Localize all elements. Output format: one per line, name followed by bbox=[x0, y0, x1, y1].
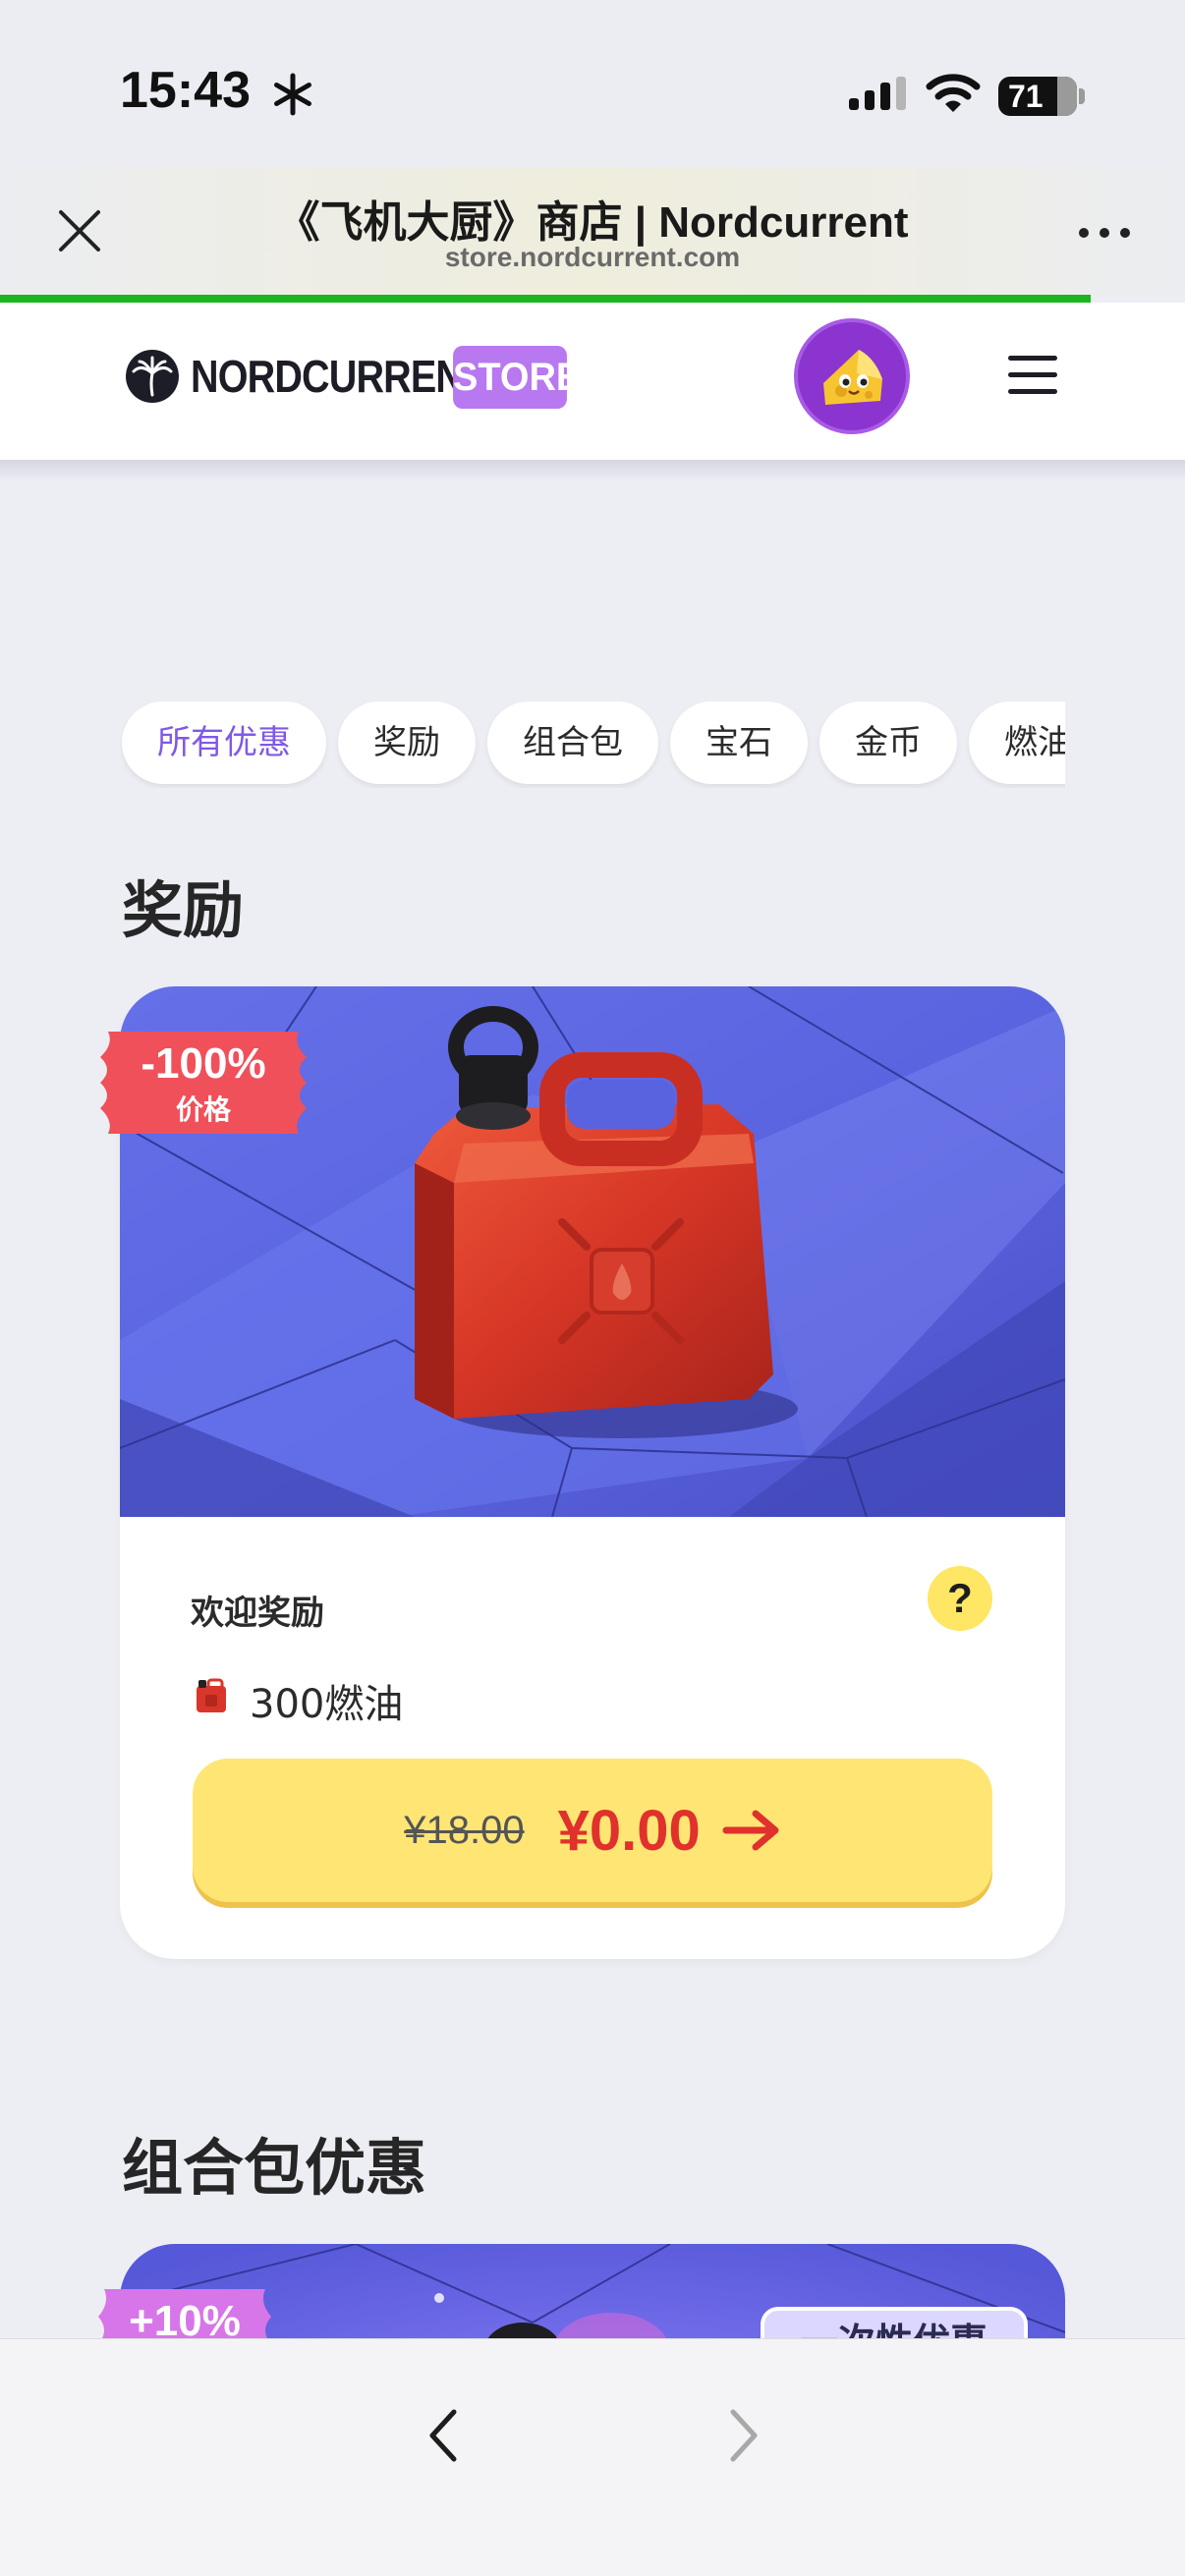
brand-name[interactable]: NORDCURRENT bbox=[191, 350, 486, 403]
palm-logo-icon[interactable] bbox=[124, 348, 181, 405]
filter-chip-all[interactable]: 所有优惠 bbox=[122, 701, 326, 784]
arrow-right-icon bbox=[722, 1810, 779, 1851]
filter-chip-bundles[interactable]: 组合包 bbox=[487, 701, 658, 784]
filter-chip-coins[interactable]: 金币 bbox=[819, 701, 957, 784]
page-load-progress bbox=[0, 295, 1091, 303]
old-price: ¥18.00 bbox=[404, 1808, 525, 1852]
new-price: ¥0.00 bbox=[557, 1798, 701, 1863]
store-badge: STORE bbox=[453, 346, 581, 409]
status-time: 15:43 bbox=[120, 62, 251, 119]
more-icon[interactable] bbox=[1075, 224, 1134, 244]
back-icon[interactable] bbox=[423, 2404, 466, 2467]
discount-label: 价格 bbox=[175, 1093, 231, 1126]
battery-icon: 71 bbox=[998, 77, 1077, 116]
snowflake-icon bbox=[274, 73, 311, 116]
forward-icon[interactable] bbox=[721, 2404, 764, 2467]
filter-chips[interactable]: 所有优惠 奖励 组合包 宝石 金币 燃油 bbox=[120, 700, 1065, 788]
discount-percent: -100% bbox=[141, 1039, 266, 1088]
page-url[interactable]: store.nordcurrent.com bbox=[0, 242, 1185, 273]
browser-bottom-toolbar bbox=[0, 2338, 1185, 2576]
battery-tip bbox=[1079, 88, 1085, 104]
cheese-avatar[interactable] bbox=[794, 318, 910, 434]
navbar-shadow bbox=[0, 460, 1185, 481]
cellular-signal-icon bbox=[849, 77, 906, 110]
browser-header: 《飞机大厨》商店 | Nordcurrent store.nordcurrent… bbox=[0, 167, 1185, 295]
filter-chip-gems[interactable]: 宝石 bbox=[670, 701, 808, 784]
battery-level: 71 bbox=[1008, 79, 1044, 114]
section-title-bundles: 组合包优惠 bbox=[122, 2132, 427, 2204]
filter-chip-rewards[interactable]: 奖励 bbox=[338, 701, 476, 784]
buy-button[interactable]: ¥18.00 ¥0.00 bbox=[193, 1759, 992, 1902]
menu-icon[interactable] bbox=[1008, 356, 1057, 395]
reward-offer-card[interactable]: -100% 价格 欢迎奖励 ? 300燃油 ¥18.00 ¥0.00 bbox=[100, 986, 1065, 1959]
site-navbar: NORDCURRENT STORE bbox=[0, 303, 1185, 460]
offer-item: 300燃油 bbox=[250, 1682, 404, 1727]
help-icon[interactable]: ? bbox=[928, 1566, 992, 1631]
section-title-rewards: 奖励 bbox=[122, 874, 245, 946]
offer-name: 欢迎奖励 bbox=[191, 1594, 324, 1633]
discount-tag: -100% 价格 bbox=[100, 1032, 307, 1134]
status-bar: 15:43 71 bbox=[0, 0, 1185, 167]
page-title: 《飞机大厨》商店 | Nordcurrent bbox=[276, 198, 909, 247]
fuel-icon bbox=[197, 1678, 226, 1712]
filter-chip-fuel[interactable]: 燃油 bbox=[969, 701, 1065, 784]
wifi-icon bbox=[926, 74, 981, 112]
